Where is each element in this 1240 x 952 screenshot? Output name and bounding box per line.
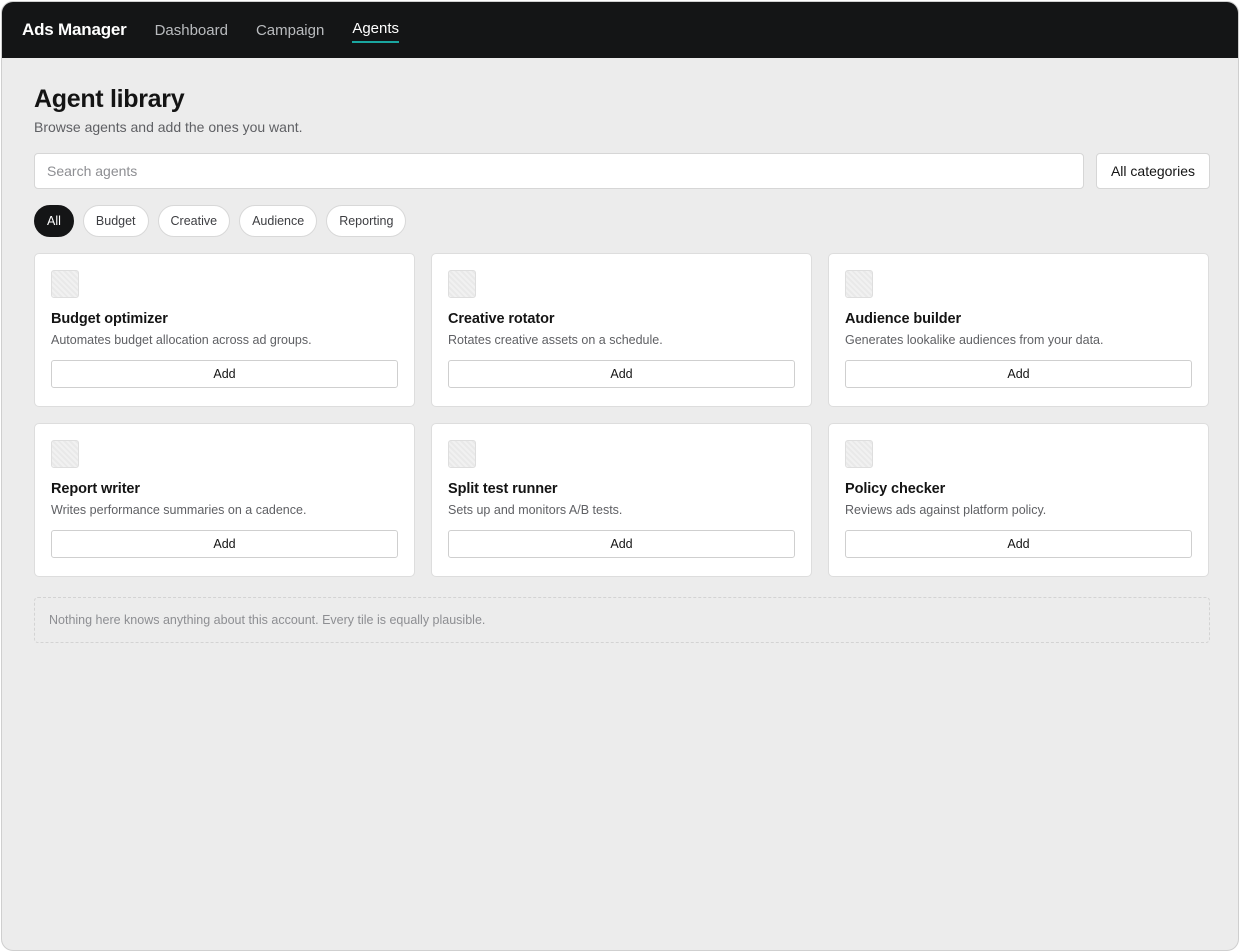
brand-logo: Ads Manager (22, 20, 127, 39)
search-row: All categories (34, 153, 1210, 189)
filter-chips: All Budget Creative Audience Reporting (34, 205, 1210, 237)
agent-card-description: Automates budget allocation across ad gr… (51, 333, 312, 347)
agent-card-description: Generates lookalike audiences from your … (845, 333, 1104, 347)
app-window: Ads Manager Dashboard Campaign Agents Ag… (1, 1, 1239, 951)
filter-chip-budget[interactable]: Budget (82, 205, 149, 237)
agent-card-description: Sets up and monitors A/B tests. (448, 503, 623, 517)
agent-placeholder-icon (51, 270, 79, 298)
agent-placeholder-icon (448, 270, 476, 298)
filter-chip-reporting[interactable]: Reporting (326, 205, 407, 237)
agent-card-description: Rotates creative assets on a schedule. (448, 333, 663, 347)
agent-card-audience-builder: Audience builder Generates lookalike aud… (828, 253, 1209, 407)
main-content: Agent library Browse agents and add the … (2, 58, 1238, 643)
top-navigation-bar: Ads Manager Dashboard Campaign Agents (2, 2, 1238, 58)
agent-placeholder-icon (51, 440, 79, 468)
agent-placeholder-icon (845, 270, 873, 298)
add-agent-button[interactable]: Add (51, 530, 398, 558)
agent-grid: Budget optimizer Automates budget alloca… (34, 253, 1210, 577)
agent-card-title: Policy checker (845, 481, 946, 497)
agent-card-split-test-runner: Split test runner Sets up and monitors A… (431, 423, 812, 577)
add-agent-button[interactable]: Add (51, 360, 398, 388)
agent-card-description: Writes performance summaries on a cadenc… (51, 503, 307, 517)
agent-card-report-writer: Report writer Writes performance summari… (34, 423, 415, 577)
agent-card-description: Reviews ads against platform policy. (845, 503, 1047, 517)
add-agent-button[interactable]: Add (448, 360, 795, 388)
agent-card-budget-optimizer: Budget optimizer Automates budget alloca… (34, 253, 415, 407)
agent-card-creative-rotator: Creative rotator Rotates creative assets… (431, 253, 812, 407)
nav-item-label: Campaign (255, 21, 325, 39)
nav-item-label: Dashboard (154, 21, 228, 39)
filter-chip-creative[interactable]: Creative (157, 205, 231, 237)
nav-item-campaign[interactable]: Campaign (256, 2, 324, 58)
agent-placeholder-icon (448, 440, 476, 468)
agent-card-title: Creative rotator (448, 311, 555, 327)
filter-chip-audience[interactable]: Audience (239, 205, 318, 237)
nav-item-agents[interactable]: Agents (352, 2, 399, 58)
nav-item-dashboard[interactable]: Dashboard (155, 2, 228, 58)
add-agent-button[interactable]: Add (448, 530, 795, 558)
search-input[interactable] (34, 153, 1084, 189)
agent-card-title: Report writer (51, 481, 140, 497)
add-agent-button[interactable]: Add (845, 360, 1192, 388)
filter-chip-all[interactable]: All (34, 205, 74, 237)
page-title: Agent library (34, 85, 185, 113)
add-agent-button[interactable]: Add (845, 530, 1192, 558)
main-nav: Dashboard Campaign Agents (155, 2, 427, 58)
nav-item-label: Agents (352, 19, 400, 37)
agent-card-title: Budget optimizer (51, 311, 168, 327)
agent-card-title: Audience builder (845, 311, 962, 327)
info-notice: Nothing here knows anything about this a… (34, 597, 1210, 643)
page-subtitle: Browse agents and add the ones you want. (34, 119, 303, 135)
agent-card-title: Split test runner (448, 481, 558, 497)
category-dropdown-label: All categories (1110, 163, 1195, 179)
category-dropdown[interactable]: All categories (1095, 153, 1210, 189)
agent-card-policy-checker: Policy checker Reviews ads against platf… (828, 423, 1209, 577)
agent-placeholder-icon (845, 440, 873, 468)
